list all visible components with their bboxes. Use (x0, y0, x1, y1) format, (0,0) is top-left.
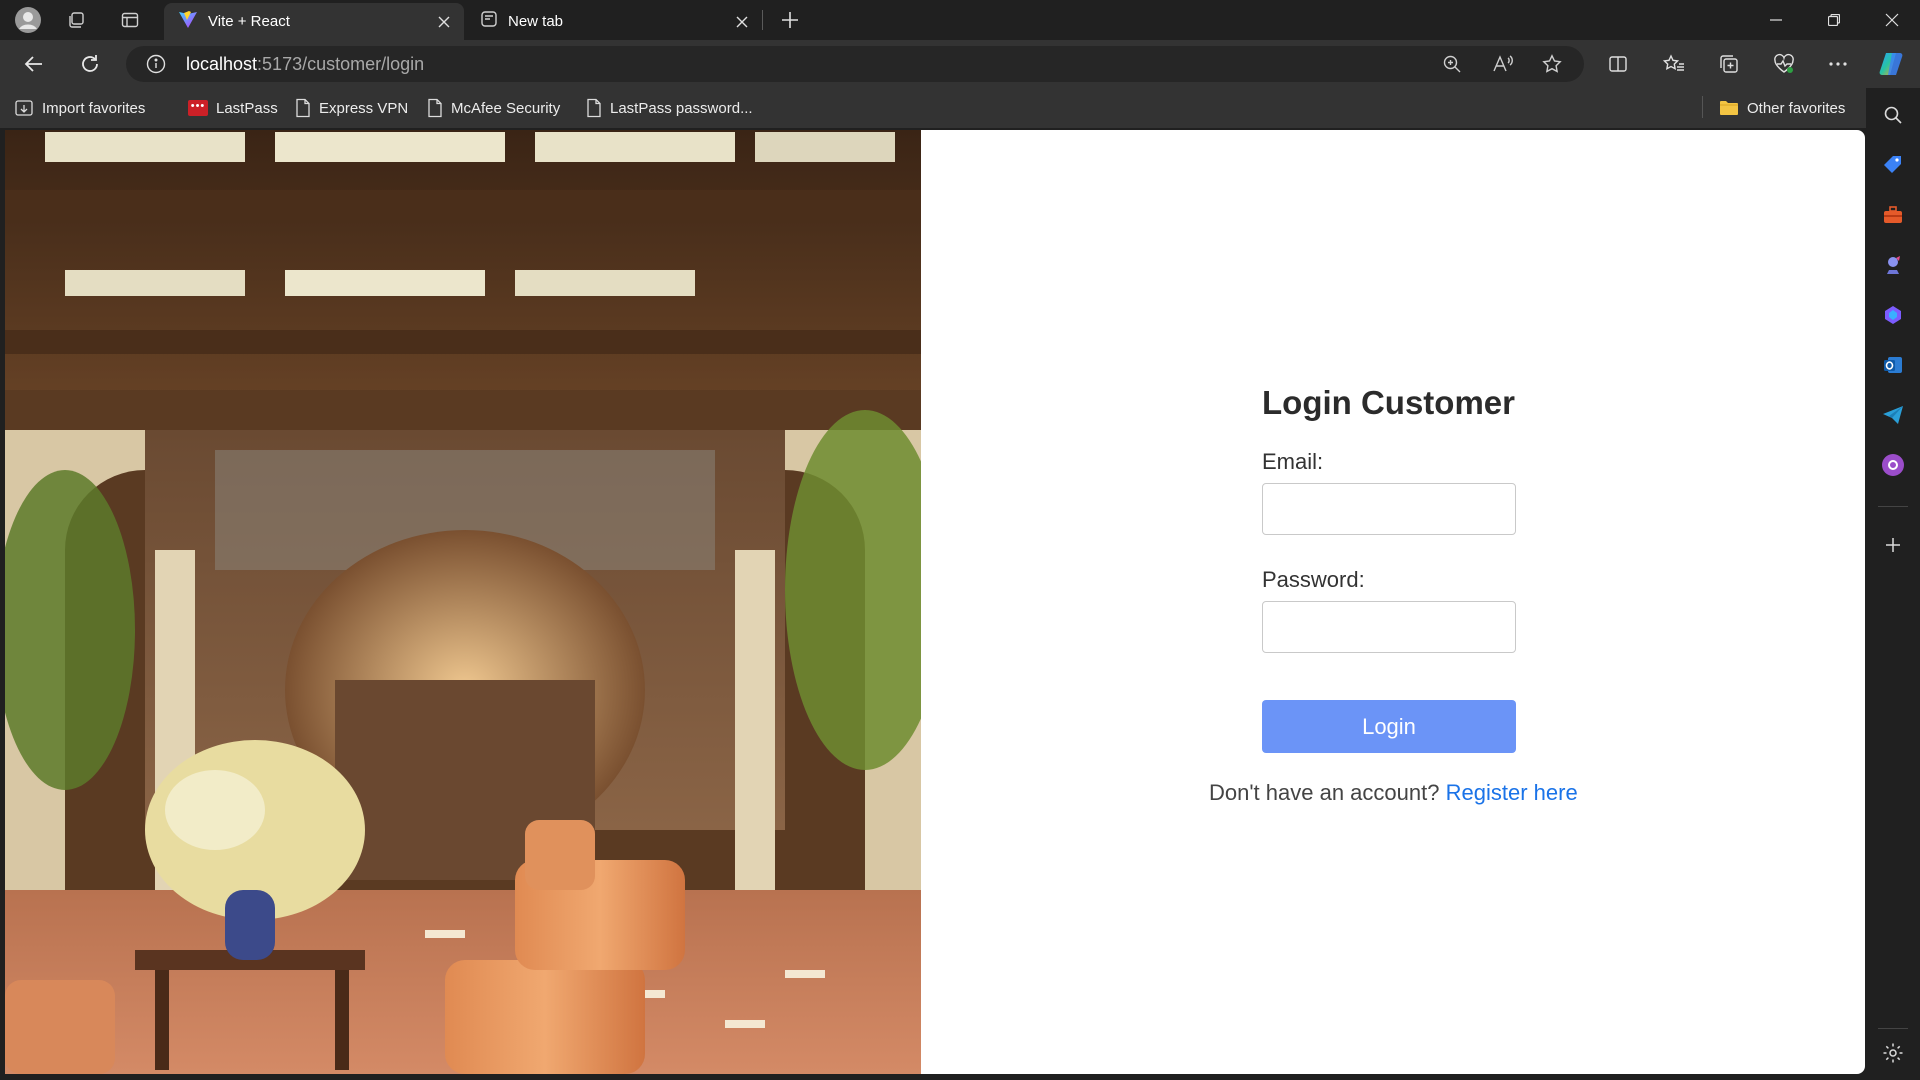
tab-new-tab[interactable]: New tab (466, 3, 762, 40)
fav-mcafee-security[interactable]: McAfee Security (427, 97, 560, 119)
vite-logo-icon (178, 9, 198, 34)
refresh-icon[interactable] (74, 48, 106, 80)
page-icon (587, 98, 601, 118)
settings-gear-icon[interactable] (1880, 1040, 1906, 1066)
games-chess-icon[interactable] (1880, 252, 1906, 278)
fav-label: Express VPN (319, 99, 409, 117)
read-aloud-icon[interactable] (1492, 54, 1514, 79)
search-icon[interactable] (1880, 102, 1906, 128)
restore-icon[interactable] (1806, 0, 1862, 40)
password-field[interactable] (1262, 601, 1516, 653)
email-field[interactable] (1262, 483, 1516, 535)
import-icon (15, 100, 33, 116)
tab-strip: Vite + React New tab (0, 0, 1920, 40)
new-tab-plus-icon[interactable] (774, 4, 806, 36)
copilot-icon[interactable] (1876, 48, 1908, 80)
tab-separator (762, 10, 763, 30)
close-icon[interactable] (434, 12, 454, 32)
page-viewport (5, 130, 1865, 1074)
sidebar-divider (1878, 1028, 1908, 1029)
favorites-separator (1702, 96, 1703, 118)
lastpass-icon: ••• (188, 100, 208, 116)
hotel-lobby-photo (5, 130, 921, 1074)
site-info-icon[interactable] (146, 54, 166, 79)
email-label: Email: (1262, 449, 1324, 474)
fav-lastpass[interactable]: ••• LastPass (188, 97, 278, 119)
browser-toolbar: localhost:5173/customer/login (0, 40, 1920, 88)
zoom-icon[interactable] (1442, 54, 1462, 79)
password-label: Password: (1262, 567, 1365, 592)
login-button[interactable]: Login (1262, 700, 1516, 753)
profile-avatar-icon[interactable] (12, 4, 44, 36)
copilot-sidebar-icon[interactable] (1880, 302, 1906, 328)
close-window-icon[interactable] (1864, 0, 1920, 40)
shopping-tag-icon[interactable] (1880, 152, 1906, 178)
tab-vite-react[interactable]: Vite + React (164, 3, 464, 40)
fav-express-vpn[interactable]: Express VPN (295, 97, 408, 119)
fav-label: Other favorites (1747, 99, 1846, 117)
page-icon (296, 98, 310, 118)
fav-lastpass-password[interactable]: LastPass password... (586, 97, 753, 119)
edge-sidebar (1866, 88, 1920, 1080)
register-prompt: Don't have an account? (1209, 780, 1440, 805)
url-path: :5173/customer/login (257, 54, 425, 74)
favorite-star-icon[interactable] (1542, 54, 1562, 79)
fav-label: LastPass password... (610, 99, 753, 117)
folder-icon (1720, 101, 1738, 115)
register-prompt-line: Don't have an account? Register here (1209, 780, 1578, 806)
url-host: localhost (186, 54, 258, 74)
fav-label: Import favorites (42, 99, 146, 117)
vertical-tabs-icon[interactable] (114, 4, 146, 36)
register-link[interactable]: Register here (1446, 780, 1578, 805)
address-bar[interactable]: localhost:5173/customer/login (126, 46, 1584, 82)
back-arrow-icon[interactable] (18, 48, 50, 80)
page-title: Login Customer (1262, 384, 1515, 421)
outlook-icon[interactable] (1880, 352, 1906, 378)
url-text[interactable]: localhost:5173/customer/login (186, 54, 424, 75)
fav-label: McAfee Security (451, 99, 561, 117)
fav-import-favorites[interactable]: Import favorites (14, 97, 145, 119)
send-telegram-icon[interactable] (1880, 402, 1906, 428)
tools-briefcase-icon[interactable] (1880, 202, 1906, 228)
close-icon[interactable] (732, 12, 752, 32)
favorites-list-icon[interactable] (1658, 48, 1690, 80)
more-menu-icon[interactable] (1822, 48, 1854, 80)
add-sidebar-app-icon[interactable] (1880, 532, 1906, 558)
minimize-icon[interactable] (1748, 0, 1804, 40)
browser-essentials-icon[interactable] (1768, 48, 1800, 80)
collections-icon[interactable] (1713, 48, 1745, 80)
favorites-bar: Import favorites ••• LastPass Express VP… (0, 88, 1920, 128)
fav-label: LastPass (216, 99, 278, 117)
tab-title: Vite + React (208, 13, 290, 30)
fav-other-favorites[interactable]: Other favorites (1719, 97, 1845, 119)
new-tab-page-icon (480, 10, 498, 33)
sidebar-divider (1878, 506, 1908, 507)
tab-title: New tab (508, 13, 564, 30)
split-screen-icon[interactable] (1602, 48, 1634, 80)
extension-circle-icon[interactable] (1880, 452, 1906, 478)
workspaces-icon[interactable] (60, 4, 92, 36)
page-icon (428, 98, 442, 118)
